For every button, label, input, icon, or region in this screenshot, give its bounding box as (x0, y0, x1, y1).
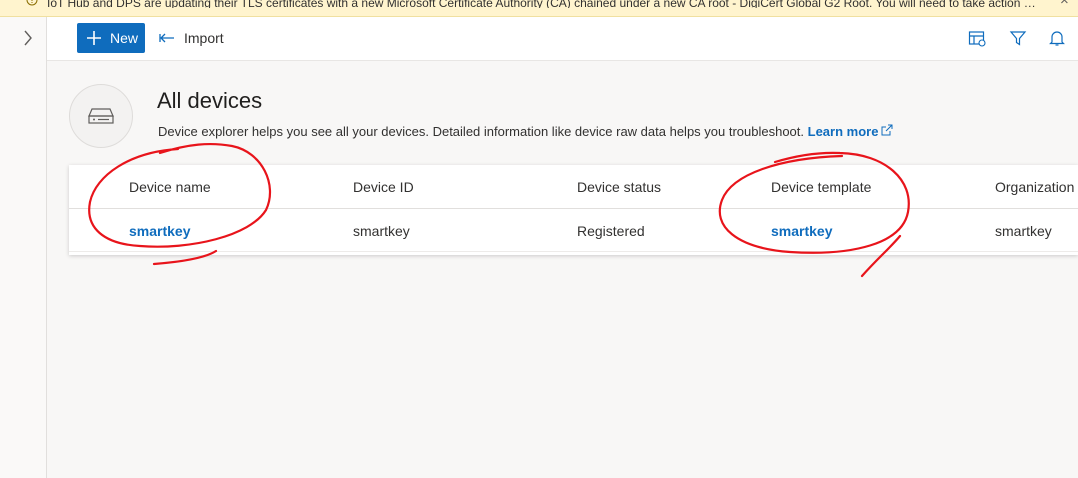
warning-icon (26, 0, 38, 6)
column-header-device-status[interactable]: Device status (577, 179, 661, 195)
learn-more-link[interactable]: Learn more (808, 124, 879, 139)
page-description: Device explorer helps you see all your d… (158, 124, 893, 139)
device-id-cell: smartkey (353, 223, 410, 239)
new-button-label: New (110, 30, 139, 46)
chevron-right-icon[interactable] (22, 30, 34, 46)
filter-icon[interactable] (1009, 29, 1027, 47)
notification-banner: IoT Hub and DPS are updating their TLS c… (0, 0, 1078, 17)
import-icon (159, 33, 174, 43)
close-icon[interactable]: × (1060, 0, 1069, 8)
table-header: Device name Device ID Device status Devi… (69, 165, 1078, 209)
column-header-device-name[interactable]: Device name (129, 179, 211, 195)
device-icon (88, 108, 114, 124)
import-button-label: Import (184, 30, 224, 46)
column-header-device-id[interactable]: Device ID (353, 179, 414, 195)
organization-cell: smartkey (995, 223, 1052, 239)
page-title: All devices (157, 88, 263, 113)
edit-view-icon[interactable] (968, 29, 986, 47)
device-header-icon (69, 84, 133, 148)
column-header-organization[interactable]: Organization (995, 179, 1074, 195)
column-header-device-template[interactable]: Device template (771, 179, 871, 195)
device-template-link[interactable]: smartkey (771, 223, 833, 239)
table-row[interactable]: smartkey smartkey Registered smartkey sm… (69, 209, 1078, 252)
banner-text: IoT Hub and DPS are updating their TLS c… (47, 0, 1037, 8)
left-nav-rail (0, 17, 47, 478)
devices-table: Device name Device ID Device status Devi… (69, 165, 1078, 255)
plus-icon (87, 31, 101, 45)
command-bar: New Import (47, 17, 1078, 61)
device-name-link[interactable]: smartkey (129, 223, 191, 239)
page-description-text: Device explorer helps you see all your d… (158, 124, 805, 139)
new-button[interactable]: New (77, 23, 145, 53)
device-status-cell: Registered (577, 223, 645, 239)
external-link-icon (881, 124, 893, 136)
bell-icon[interactable] (1048, 29, 1066, 47)
